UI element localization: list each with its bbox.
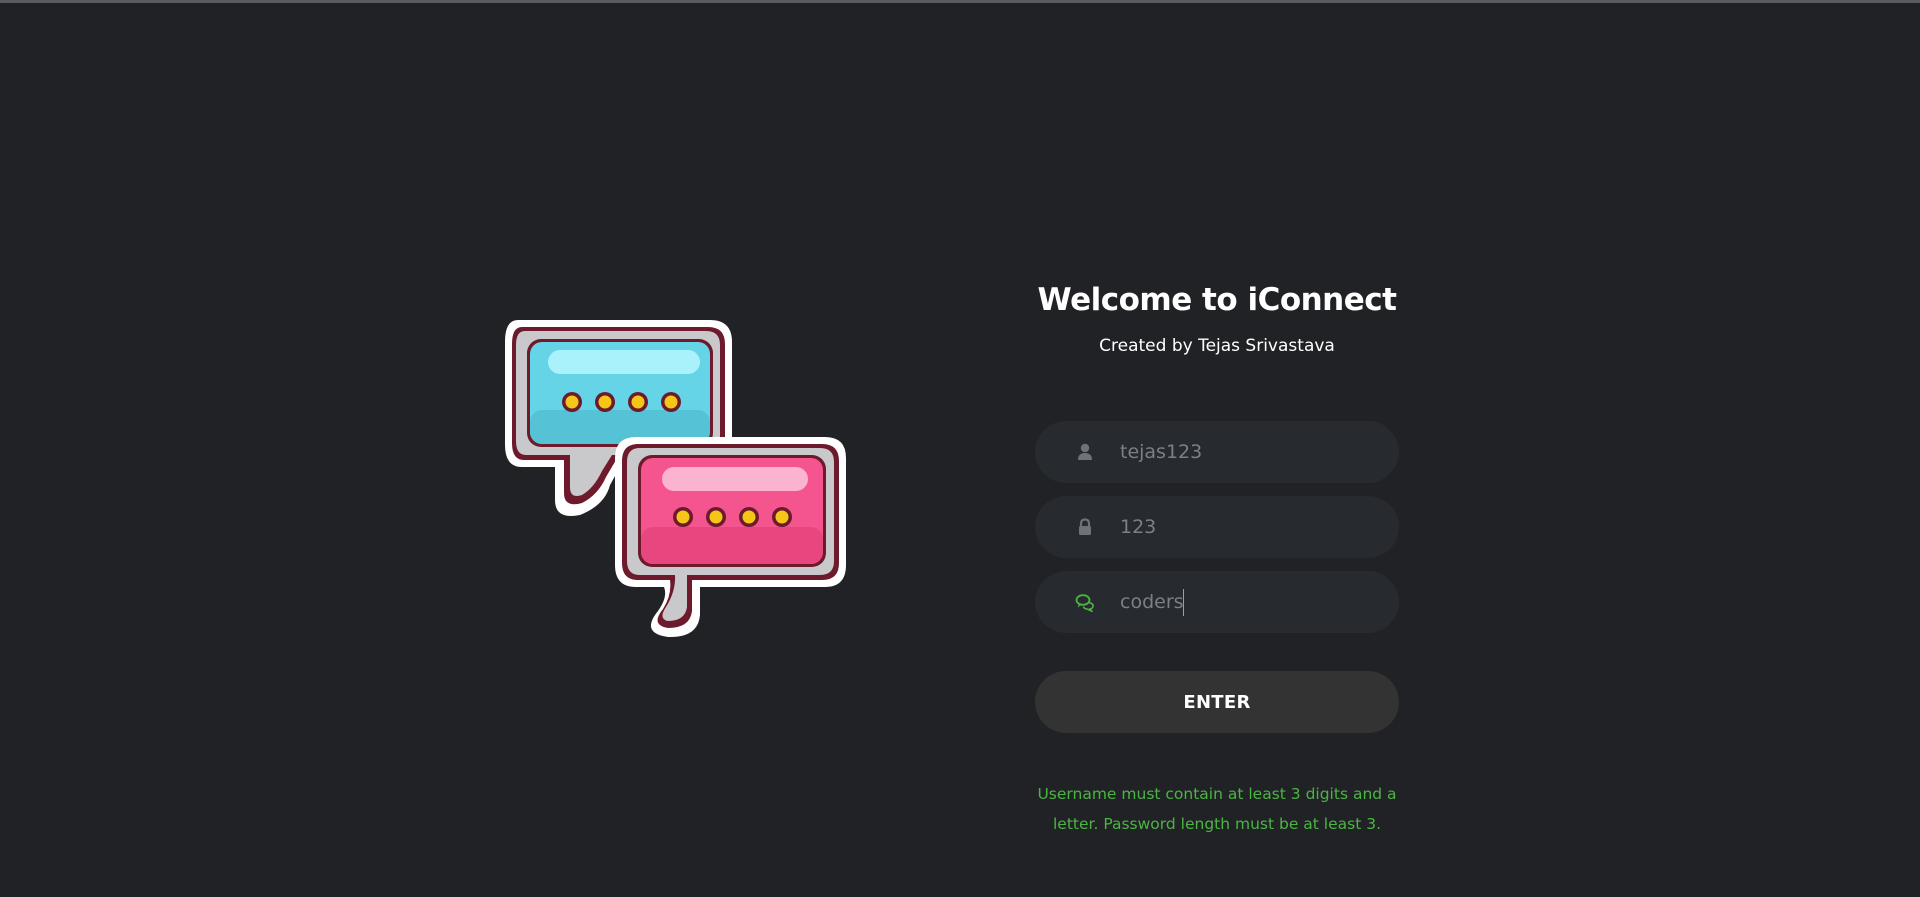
enter-button[interactable]: ENTER	[1035, 671, 1399, 733]
validation-hint: Username must contain at least 3 digits …	[1037, 785, 1397, 833]
window-top-border	[0, 0, 1920, 3]
page-title: Welcome to iConnect	[1037, 282, 1397, 318]
page-subtitle: Created by Tejas Srivastava	[1099, 336, 1335, 356]
lock-icon	[1079, 518, 1091, 535]
chat-icon	[1075, 594, 1094, 612]
room-field[interactable]	[1035, 571, 1399, 633]
pink-chat-bubble	[615, 437, 846, 638]
username-input[interactable]	[1120, 421, 1380, 483]
username-field[interactable]	[1035, 421, 1399, 483]
text-caret	[1183, 589, 1184, 616]
room-input[interactable]	[1120, 571, 1380, 633]
password-input[interactable]	[1120, 496, 1380, 558]
password-field[interactable]	[1035, 496, 1399, 558]
user-icon	[1078, 443, 1092, 460]
chat-bubbles-illustration	[505, 320, 846, 638]
login-panel: Welcome to iConnect Created by Tejas Sri…	[1035, 270, 1399, 833]
